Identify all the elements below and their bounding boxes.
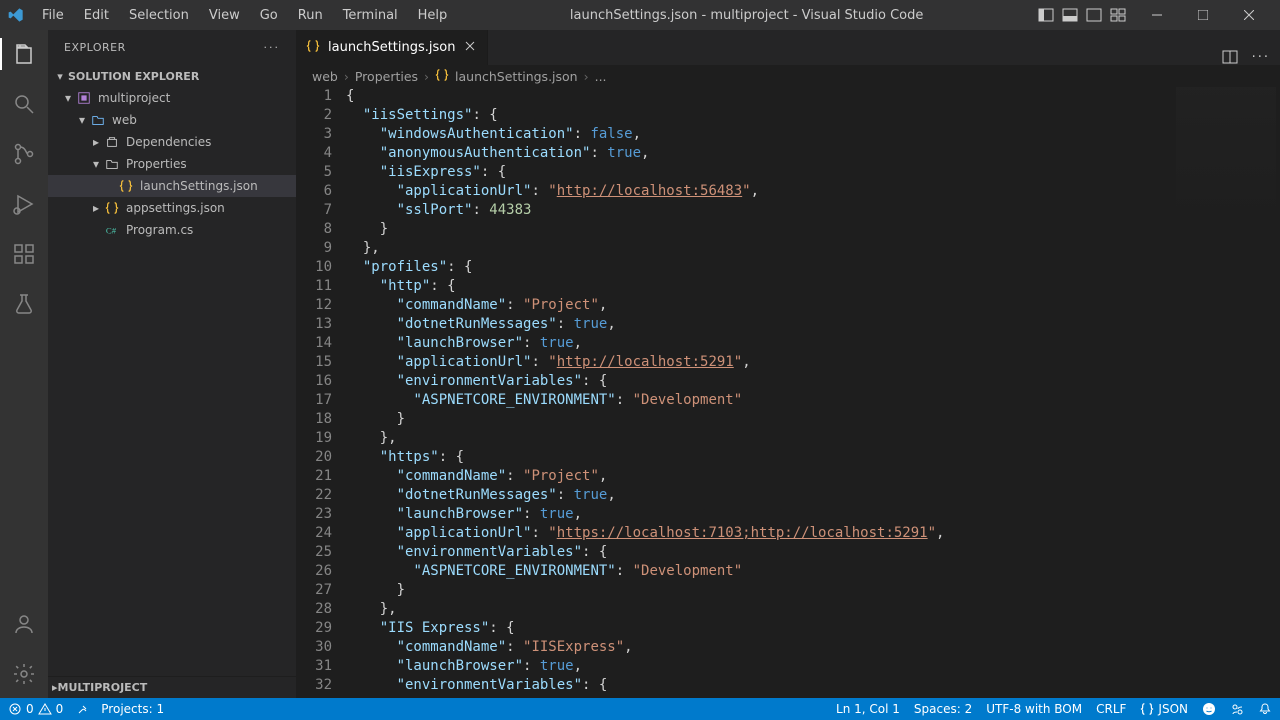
status-language-label: JSON <box>1158 702 1188 716</box>
customize-layout-icon[interactable] <box>1110 7 1126 23</box>
code-editor[interactable]: 1234567891011121314151617181920212223242… <box>296 87 1280 698</box>
tree-item-label: multiproject <box>98 91 170 105</box>
twisty-icon: ▾ <box>88 157 104 171</box>
menu-help[interactable]: Help <box>410 4 456 27</box>
twisty-icon: ▾ <box>74 113 90 127</box>
json-icon <box>104 200 120 216</box>
deps-icon <box>104 134 120 150</box>
ab-settings[interactable] <box>0 658 48 690</box>
section-label: MULTIPROJECT <box>58 681 148 694</box>
tree-item-properties[interactable]: ▾ Properties <box>48 153 296 175</box>
ab-explorer[interactable] <box>0 38 48 70</box>
minimap[interactable] <box>1176 87 1276 287</box>
status-ln-col[interactable]: Ln 1, Col 1 <box>836 702 900 716</box>
tree-item-multiproject[interactable]: ▾ multiproject <box>48 87 296 109</box>
status-warnings-count: 0 <box>56 702 64 716</box>
status-bar: 0 0 Projects: 1 Ln 1, Col 1 Spaces: 2 UT… <box>0 698 1280 720</box>
ab-testing[interactable] <box>0 288 48 320</box>
toggle-primary-sidebar-icon[interactable] <box>1038 7 1054 23</box>
window-minimize-button[interactable] <box>1134 0 1180 30</box>
status-indent[interactable]: Spaces: 2 <box>914 702 972 716</box>
crumb-properties[interactable]: Properties <box>355 69 418 84</box>
menu-edit[interactable]: Edit <box>76 4 117 27</box>
twisty-icon: ▾ <box>60 91 76 105</box>
tab-label: launchSettings.json <box>328 40 455 55</box>
title-bar: File Edit Selection View Go Run Terminal… <box>0 0 1280 30</box>
menu-run[interactable]: Run <box>290 4 331 27</box>
menu-view[interactable]: View <box>201 4 248 27</box>
line-number-gutter: 1234567891011121314151617181920212223242… <box>296 87 346 698</box>
window-maximize-button[interactable] <box>1180 0 1226 30</box>
tree-item-launchsettings-json[interactable]: launchSettings.json <box>48 175 296 197</box>
tree-item-label: web <box>112 113 137 127</box>
vscode-logo-icon <box>8 7 24 23</box>
activity-bar <box>0 30 48 698</box>
cs-icon: C# <box>104 222 120 238</box>
tree-item-appsettings-json[interactable]: ▸ appsettings.json <box>48 197 296 219</box>
status-projects[interactable]: Projects: 1 <box>101 702 164 716</box>
solution-icon <box>76 90 92 106</box>
editor-area: launchSettings.json ··· web› Properties›… <box>296 30 1280 698</box>
section-multiproject[interactable]: ▸ MULTIPROJECT <box>48 676 296 698</box>
json-file-icon <box>435 68 449 85</box>
tree-item-dependencies[interactable]: ▸ Dependencies <box>48 131 296 153</box>
status-encoding[interactable]: UTF-8 with BOM <box>986 702 1082 716</box>
sidebar: EXPLORER ··· ▾ SOLUTION EXPLORER ▾ multip… <box>48 30 296 698</box>
editor-tabs: launchSettings.json ··· <box>296 30 1280 65</box>
json-file-icon <box>306 39 320 57</box>
sidebar-more-icon[interactable]: ··· <box>264 41 281 54</box>
chevron-down-icon: ▾ <box>52 70 68 83</box>
project-icon <box>90 112 106 128</box>
ab-search[interactable] <box>0 88 48 120</box>
crumb-web[interactable]: web <box>312 69 338 84</box>
sidebar-title: EXPLORER <box>64 41 126 54</box>
window-title: launchSettings.json - multiproject - Vis… <box>455 8 1038 23</box>
status-feedback-icon[interactable] <box>1202 702 1216 716</box>
svg-text:C#: C# <box>106 226 117 236</box>
section-label: SOLUTION EXPLORER <box>68 70 199 83</box>
menu-selection[interactable]: Selection <box>121 4 197 27</box>
tree-item-label: Program.cs <box>126 223 193 237</box>
tree-item-label: Dependencies <box>126 135 211 149</box>
window-close-button[interactable] <box>1226 0 1272 30</box>
toggle-panel-icon[interactable] <box>1062 7 1078 23</box>
folder-icon <box>104 156 120 172</box>
menu-go[interactable]: Go <box>252 4 286 27</box>
tree-item-label: Properties <box>126 157 187 171</box>
section-solution-explorer[interactable]: ▾ SOLUTION EXPLORER <box>48 65 296 87</box>
status-errors-count: 0 <box>26 702 34 716</box>
ab-extensions[interactable] <box>0 238 48 270</box>
tree-item-label: launchSettings.json <box>140 179 258 193</box>
crumb-ellipsis[interactable]: ... <box>595 69 607 84</box>
json-icon <box>118 178 134 194</box>
tab-launchsettings[interactable]: launchSettings.json <box>296 30 488 65</box>
menu-terminal[interactable]: Terminal <box>335 4 406 27</box>
status-errors[interactable]: 0 0 <box>8 702 63 716</box>
menu-file[interactable]: File <box>34 4 72 27</box>
status-live-share-icon[interactable] <box>1230 702 1244 716</box>
editor-more-icon[interactable]: ··· <box>1252 50 1270 65</box>
close-icon[interactable] <box>463 39 477 57</box>
twisty-icon: ▸ <box>88 135 104 149</box>
status-bell-icon[interactable] <box>1258 702 1272 716</box>
file-tree: ▾ multiproject ▾ web ▸ Dependencies ▾ Propertie… <box>48 87 296 676</box>
code-content[interactable]: { "iisSettings": { "windowsAuthenticatio… <box>346 87 1280 698</box>
tree-item-label: appsettings.json <box>126 201 225 215</box>
menu-bar: File Edit Selection View Go Run Terminal… <box>34 4 455 27</box>
toggle-secondary-sidebar-icon[interactable] <box>1086 7 1102 23</box>
status-eol[interactable]: CRLF <box>1096 702 1126 716</box>
ab-source-control[interactable] <box>0 138 48 170</box>
split-editor-icon[interactable] <box>1222 49 1238 65</box>
ab-accounts[interactable] <box>0 608 48 640</box>
ab-run-debug[interactable] <box>0 188 48 220</box>
crumb-file[interactable]: launchSettings.json <box>455 69 578 84</box>
status-language[interactable]: JSON <box>1140 702 1188 716</box>
breadcrumbs[interactable]: web› Properties› launchSettings.json› ..… <box>296 65 1280 87</box>
twisty-icon: ▸ <box>88 201 104 215</box>
status-branch[interactable] <box>75 702 89 716</box>
tree-item-program-cs[interactable]: C# Program.cs <box>48 219 296 241</box>
tree-item-web[interactable]: ▾ web <box>48 109 296 131</box>
